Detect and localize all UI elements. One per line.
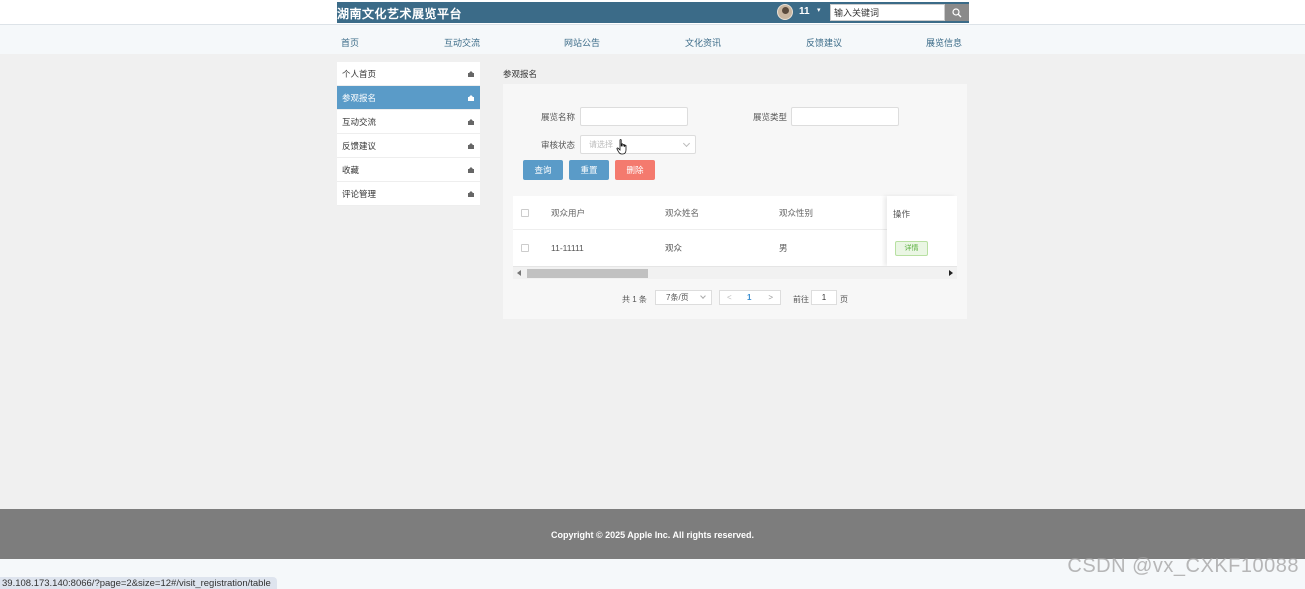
user-avatar[interactable]: [777, 4, 793, 20]
exhibit-name-label: 展览名称: [541, 112, 576, 122]
reset-button[interactable]: 重置: [569, 160, 609, 180]
chevron-down-icon: [700, 293, 706, 299]
sidebar-item-label: 收藏: [342, 165, 360, 175]
column-header-operation: 操作: [893, 209, 911, 219]
query-button[interactable]: 查询: [523, 160, 563, 180]
side-menu: 个人首页 参观报名 互动交流 反馈建议 收藏 评论管理: [337, 62, 480, 206]
status-bar-url: 39.108.173.140:8066/?page=2&size=12#/vis…: [0, 577, 277, 589]
nav-item-home[interactable]: 首页: [341, 36, 359, 49]
horizontal-scrollbar[interactable]: [513, 266, 957, 279]
watermark: CSDN @vx_CXKF10088: [1067, 555, 1299, 577]
page-size-select[interactable]: 7条/页: [655, 290, 712, 305]
main-nav: 首页 互动交流 网站公告 文化资讯 反馈建议 展览信息: [0, 24, 1305, 54]
hand-cursor-icon: [616, 139, 627, 155]
home-icon: [468, 95, 474, 101]
page-size-value: 7条/页: [666, 293, 689, 302]
next-page-button[interactable]: >: [768, 293, 773, 302]
content-area: 个人首页 参观报名 互动交流 反馈建议 收藏 评论管理 参观报名 展览名称 展览…: [0, 54, 1305, 509]
select-all-checkbox[interactable]: [521, 208, 529, 217]
sidebar-item-label: 反馈建议: [342, 141, 377, 151]
sidebar-item-label: 评论管理: [342, 189, 377, 199]
cell-gender: 男: [779, 243, 788, 253]
site-title[interactable]: 湖南文化艺术展览平台: [337, 5, 462, 22]
cell-name: 观众: [665, 243, 683, 253]
prev-page-button[interactable]: <: [727, 293, 732, 302]
select-all-cell: [521, 196, 529, 229]
nav-item-culture-news[interactable]: 文化资讯: [685, 36, 721, 49]
column-header-name: 观众姓名: [665, 207, 700, 218]
exhibit-type-input[interactable]: [791, 107, 899, 126]
select-placeholder: 请选择: [589, 140, 613, 149]
review-status-select[interactable]: 请选择: [580, 135, 696, 154]
column-header-user: 观众用户: [551, 207, 586, 218]
goto-label: 前往: [793, 295, 809, 304]
review-status-label: 审核状态: [541, 140, 576, 150]
sidebar-item-interaction[interactable]: 互动交流: [337, 110, 480, 134]
goto-page-input[interactable]: [811, 290, 837, 305]
nav-item-feedback[interactable]: 反馈建议: [806, 36, 842, 49]
chevron-down-icon: [682, 139, 691, 148]
sidebar-item-feedback[interactable]: 反馈建议: [337, 134, 480, 158]
username[interactable]: 11: [799, 6, 810, 17]
scroll-right-icon[interactable]: [949, 270, 953, 276]
sidebar-item-label: 参观报名: [342, 93, 377, 103]
nav-item-exhibitions[interactable]: 展览信息: [926, 36, 962, 49]
row-select-cell: [521, 230, 529, 266]
nav-item-announcement[interactable]: 网站公告: [564, 36, 600, 49]
sidebar-item-favorites[interactable]: 收藏: [337, 158, 480, 182]
pager: < 1 >: [719, 290, 781, 305]
header-banner: 湖南文化艺术展览平台 11 ▾: [337, 2, 969, 23]
sidebar-item-visit-registration[interactable]: 参观报名: [337, 86, 480, 110]
exhibit-type-label: 展览类型: [753, 112, 788, 122]
detail-button[interactable]: 详情: [895, 241, 928, 256]
goto-unit-label: 页: [840, 295, 848, 304]
top-bar: 湖南文化艺术展览平台 11 ▾: [0, 0, 1305, 24]
page-title: 参观报名: [503, 69, 538, 79]
delete-button[interactable]: 删除: [615, 160, 655, 180]
nav-item-interaction[interactable]: 互动交流: [444, 36, 480, 49]
exhibit-name-input[interactable]: [580, 107, 688, 126]
sidebar-item-label: 互动交流: [342, 117, 377, 127]
footer: Copyright © 2025 Apple Inc. All rights r…: [0, 509, 1305, 559]
sidebar-item-comments[interactable]: 评论管理: [337, 182, 480, 206]
pagination-total: 共 1 条: [622, 295, 647, 304]
column-header-gender: 观众性别: [779, 207, 814, 218]
cell-user: 11-11111: [551, 243, 584, 253]
home-icon: [468, 71, 474, 77]
row-checkbox[interactable]: [521, 244, 529, 252]
main-panel: 展览名称 展览类型 审核状态 请选择 查询 重置 删除 观众用户 观众姓名 观众…: [503, 84, 967, 319]
search-input[interactable]: [830, 4, 945, 21]
home-icon: [468, 143, 474, 149]
home-icon: [468, 167, 474, 173]
chevron-down-icon[interactable]: ▾: [817, 6, 821, 14]
scrollbar-thumb[interactable]: [527, 269, 648, 278]
page-number-current[interactable]: 1: [747, 293, 751, 302]
search-icon: [952, 7, 962, 17]
scroll-left-icon[interactable]: [517, 270, 521, 276]
home-icon: [468, 191, 474, 197]
home-icon: [468, 119, 474, 125]
copyright-text: Copyright © 2025 Apple Inc. All rights r…: [550, 530, 755, 540]
operation-column: 操作 详情: [887, 196, 957, 266]
search-button[interactable]: [945, 4, 969, 21]
registration-table: 观众用户 观众姓名 观众性别 11-11111 观众 男 操作 详情: [513, 196, 957, 266]
sidebar-item-profile[interactable]: 个人首页: [337, 62, 480, 86]
sidebar-item-label: 个人首页: [342, 69, 377, 79]
